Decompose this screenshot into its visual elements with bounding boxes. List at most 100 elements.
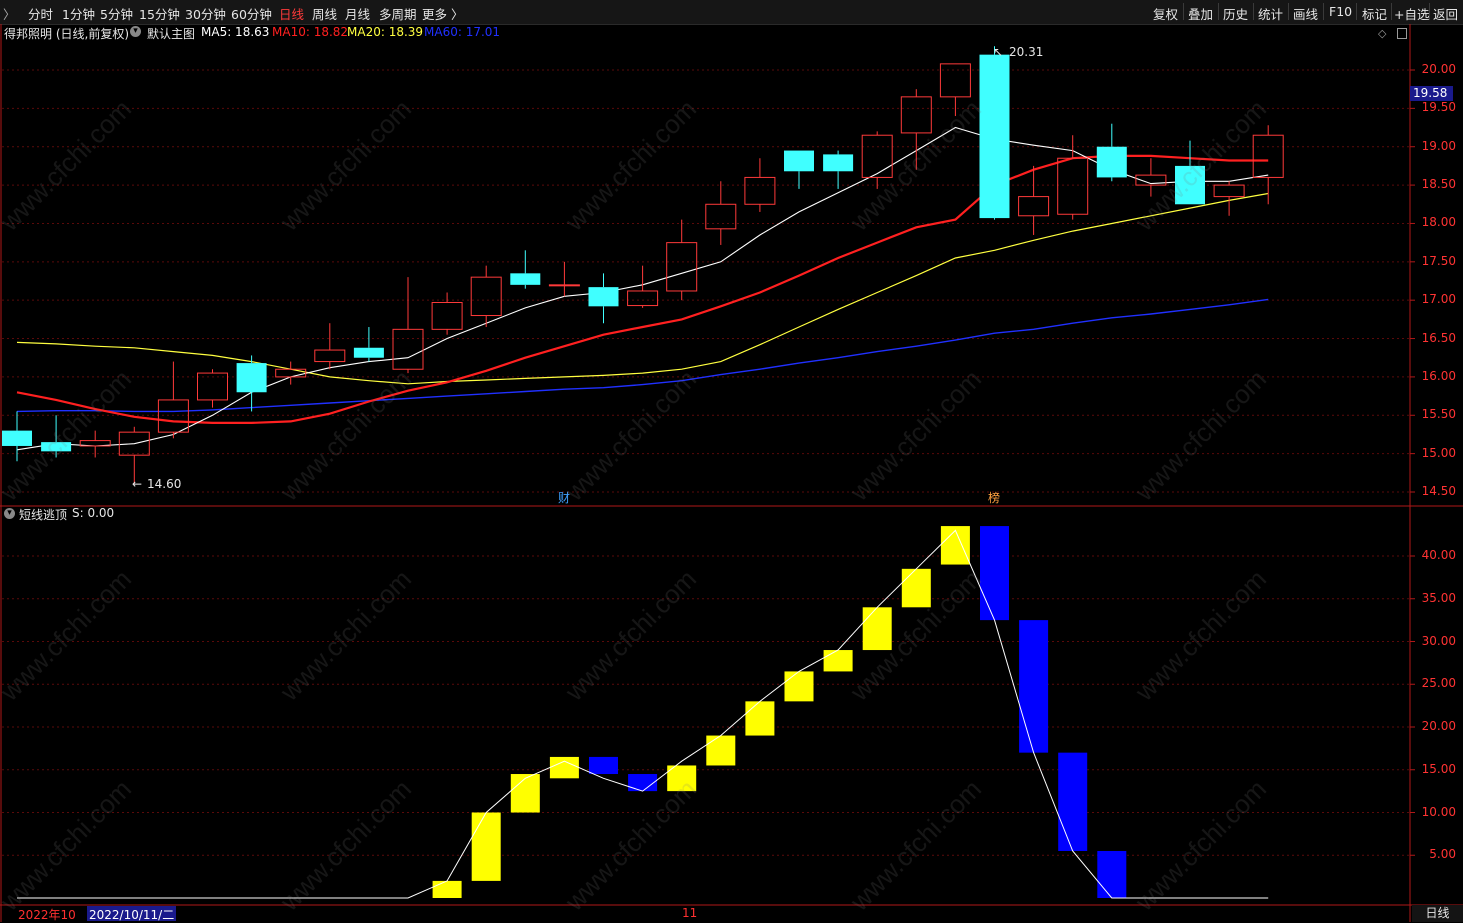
- candle-body: [627, 290, 659, 307]
- candle: [861, 131, 893, 189]
- period-tab-fenshi[interactable]: 分时: [28, 4, 53, 23]
- candle-body: [861, 134, 893, 178]
- indicator-bar: [862, 607, 892, 651]
- indicator-dropdown-icon[interactable]: ▾: [4, 508, 15, 519]
- candle: [79, 430, 111, 458]
- price-tick-label: 17.50: [1421, 253, 1456, 268]
- candle-body: [2, 430, 32, 446]
- candle: [1252, 125, 1284, 205]
- indicator-bar: [784, 671, 814, 702]
- indicator-bar: [940, 526, 970, 565]
- kline-chart[interactable]: [0, 24, 1463, 922]
- candle: [744, 158, 776, 212]
- stats-button[interactable]: 统计: [1258, 4, 1283, 23]
- indicator-tick-label: 20.00: [1421, 719, 1456, 733]
- indicator-tick-label: 30.00: [1421, 633, 1456, 648]
- candle: [314, 323, 346, 370]
- candle: [1096, 123, 1127, 182]
- candle-body: [1252, 134, 1284, 178]
- indicator-bar: [706, 735, 736, 766]
- price-tick-label: 16.00: [1421, 368, 1456, 383]
- candle: [939, 63, 971, 117]
- candle-body: [744, 176, 776, 205]
- candle-body: [275, 368, 307, 378]
- candle: [431, 292, 463, 335]
- period-tab-1min[interactable]: 1分钟: [62, 4, 95, 23]
- candle: [510, 250, 541, 289]
- price-tick-label: 14.50: [1421, 484, 1456, 498]
- indicator-tick-label: 15.00: [1421, 761, 1456, 776]
- indicator-tick-label: 25.00: [1421, 676, 1456, 691]
- period-tab-weekly[interactable]: 周线: [312, 4, 337, 23]
- candle-body: [510, 273, 541, 285]
- toolbar-divider: [1218, 3, 1219, 20]
- candle: [705, 181, 737, 245]
- f10-button[interactable]: F10: [1329, 4, 1352, 19]
- ranking-event-marker[interactable]: 榜: [988, 489, 1000, 506]
- indicator-bar: [549, 756, 579, 779]
- candle: [979, 46, 1010, 220]
- candle: [588, 273, 619, 324]
- year-month-label: 2022年10: [18, 908, 76, 922]
- candle: [1135, 158, 1167, 197]
- period-toolbar: 〉 分时 1分钟 5分钟 15分钟 30分钟 60分钟 日线 周线 月线 多周期…: [0, 0, 1463, 25]
- period-tab-monthly[interactable]: 月线: [345, 4, 370, 23]
- price-gridlines: [2, 69, 1415, 493]
- candle-body: [1057, 157, 1089, 215]
- indicator-bar: [471, 812, 501, 881]
- period-tab-daily[interactable]: 日线: [279, 4, 304, 23]
- indicator-bar: [432, 880, 462, 898]
- candle-body: [1175, 165, 1205, 205]
- toolbar-divider: [1253, 3, 1254, 20]
- finance-event-marker[interactable]: 财: [558, 489, 570, 506]
- add-watchlist-button[interactable]: +自选: [1394, 4, 1429, 23]
- period-tab-15min[interactable]: 15分钟: [139, 4, 180, 23]
- price-tick-label: 19.00: [1421, 138, 1456, 153]
- candle-body: [392, 328, 424, 370]
- candle-body: [548, 284, 580, 287]
- high-price-label: 20.31: [1009, 45, 1044, 59]
- period-tab-5min[interactable]: 5分钟: [100, 4, 133, 23]
- price-tick-label: 17.00: [1421, 292, 1456, 307]
- price-tick-label: 18.50: [1421, 177, 1456, 192]
- high-arrow-icon: ↖: [993, 45, 1004, 59]
- back-button[interactable]: 返回: [1433, 4, 1458, 23]
- indicator-value: S: 0.00: [72, 506, 115, 520]
- candle-body: [979, 54, 1010, 219]
- candle: [470, 265, 502, 328]
- price-tick-label: 15.00: [1421, 445, 1456, 460]
- toolbar-divider: [1323, 3, 1324, 20]
- candle: [236, 355, 267, 412]
- period-tab-multi[interactable]: 多周期: [379, 4, 417, 23]
- period-tab-more[interactable]: 更多 〉: [422, 4, 463, 23]
- candle: [823, 150, 854, 189]
- candle: [1057, 135, 1089, 220]
- indicator-bar: [1058, 752, 1088, 851]
- overlay-button[interactable]: 叠加: [1188, 4, 1213, 23]
- price-tick-label: 16.50: [1421, 330, 1456, 345]
- period-tab-30min[interactable]: 30分钟: [185, 4, 226, 23]
- candlestick-series: [2, 46, 1284, 485]
- draw-line-button[interactable]: 画线: [1293, 4, 1318, 23]
- candle-body: [41, 442, 72, 452]
- history-button[interactable]: 历史: [1223, 4, 1248, 23]
- mark-button[interactable]: 标记: [1362, 4, 1387, 23]
- candle-body: [939, 63, 971, 98]
- indicator-bars: [432, 526, 1127, 898]
- menu-toggle-icon[interactable]: 〉: [3, 4, 16, 23]
- candle-body: [823, 154, 854, 172]
- price-tick-label: 15.50: [1421, 407, 1456, 422]
- candle-body: [1096, 146, 1127, 178]
- adjust-button[interactable]: 复权: [1153, 4, 1178, 23]
- candle: [197, 369, 228, 408]
- period-indicator[interactable]: 日线: [1412, 905, 1463, 922]
- price-tick-label: 19.50: [1421, 100, 1456, 115]
- candle: [118, 426, 150, 485]
- indicator-bar: [980, 526, 1009, 621]
- candle-body: [236, 363, 267, 393]
- candle: [157, 361, 189, 439]
- indicator-tick-label: 10.00: [1421, 804, 1456, 819]
- candle-body: [784, 150, 814, 172]
- indicator-title[interactable]: 短线逃顶: [19, 506, 67, 523]
- period-tab-60min[interactable]: 60分钟: [231, 4, 272, 23]
